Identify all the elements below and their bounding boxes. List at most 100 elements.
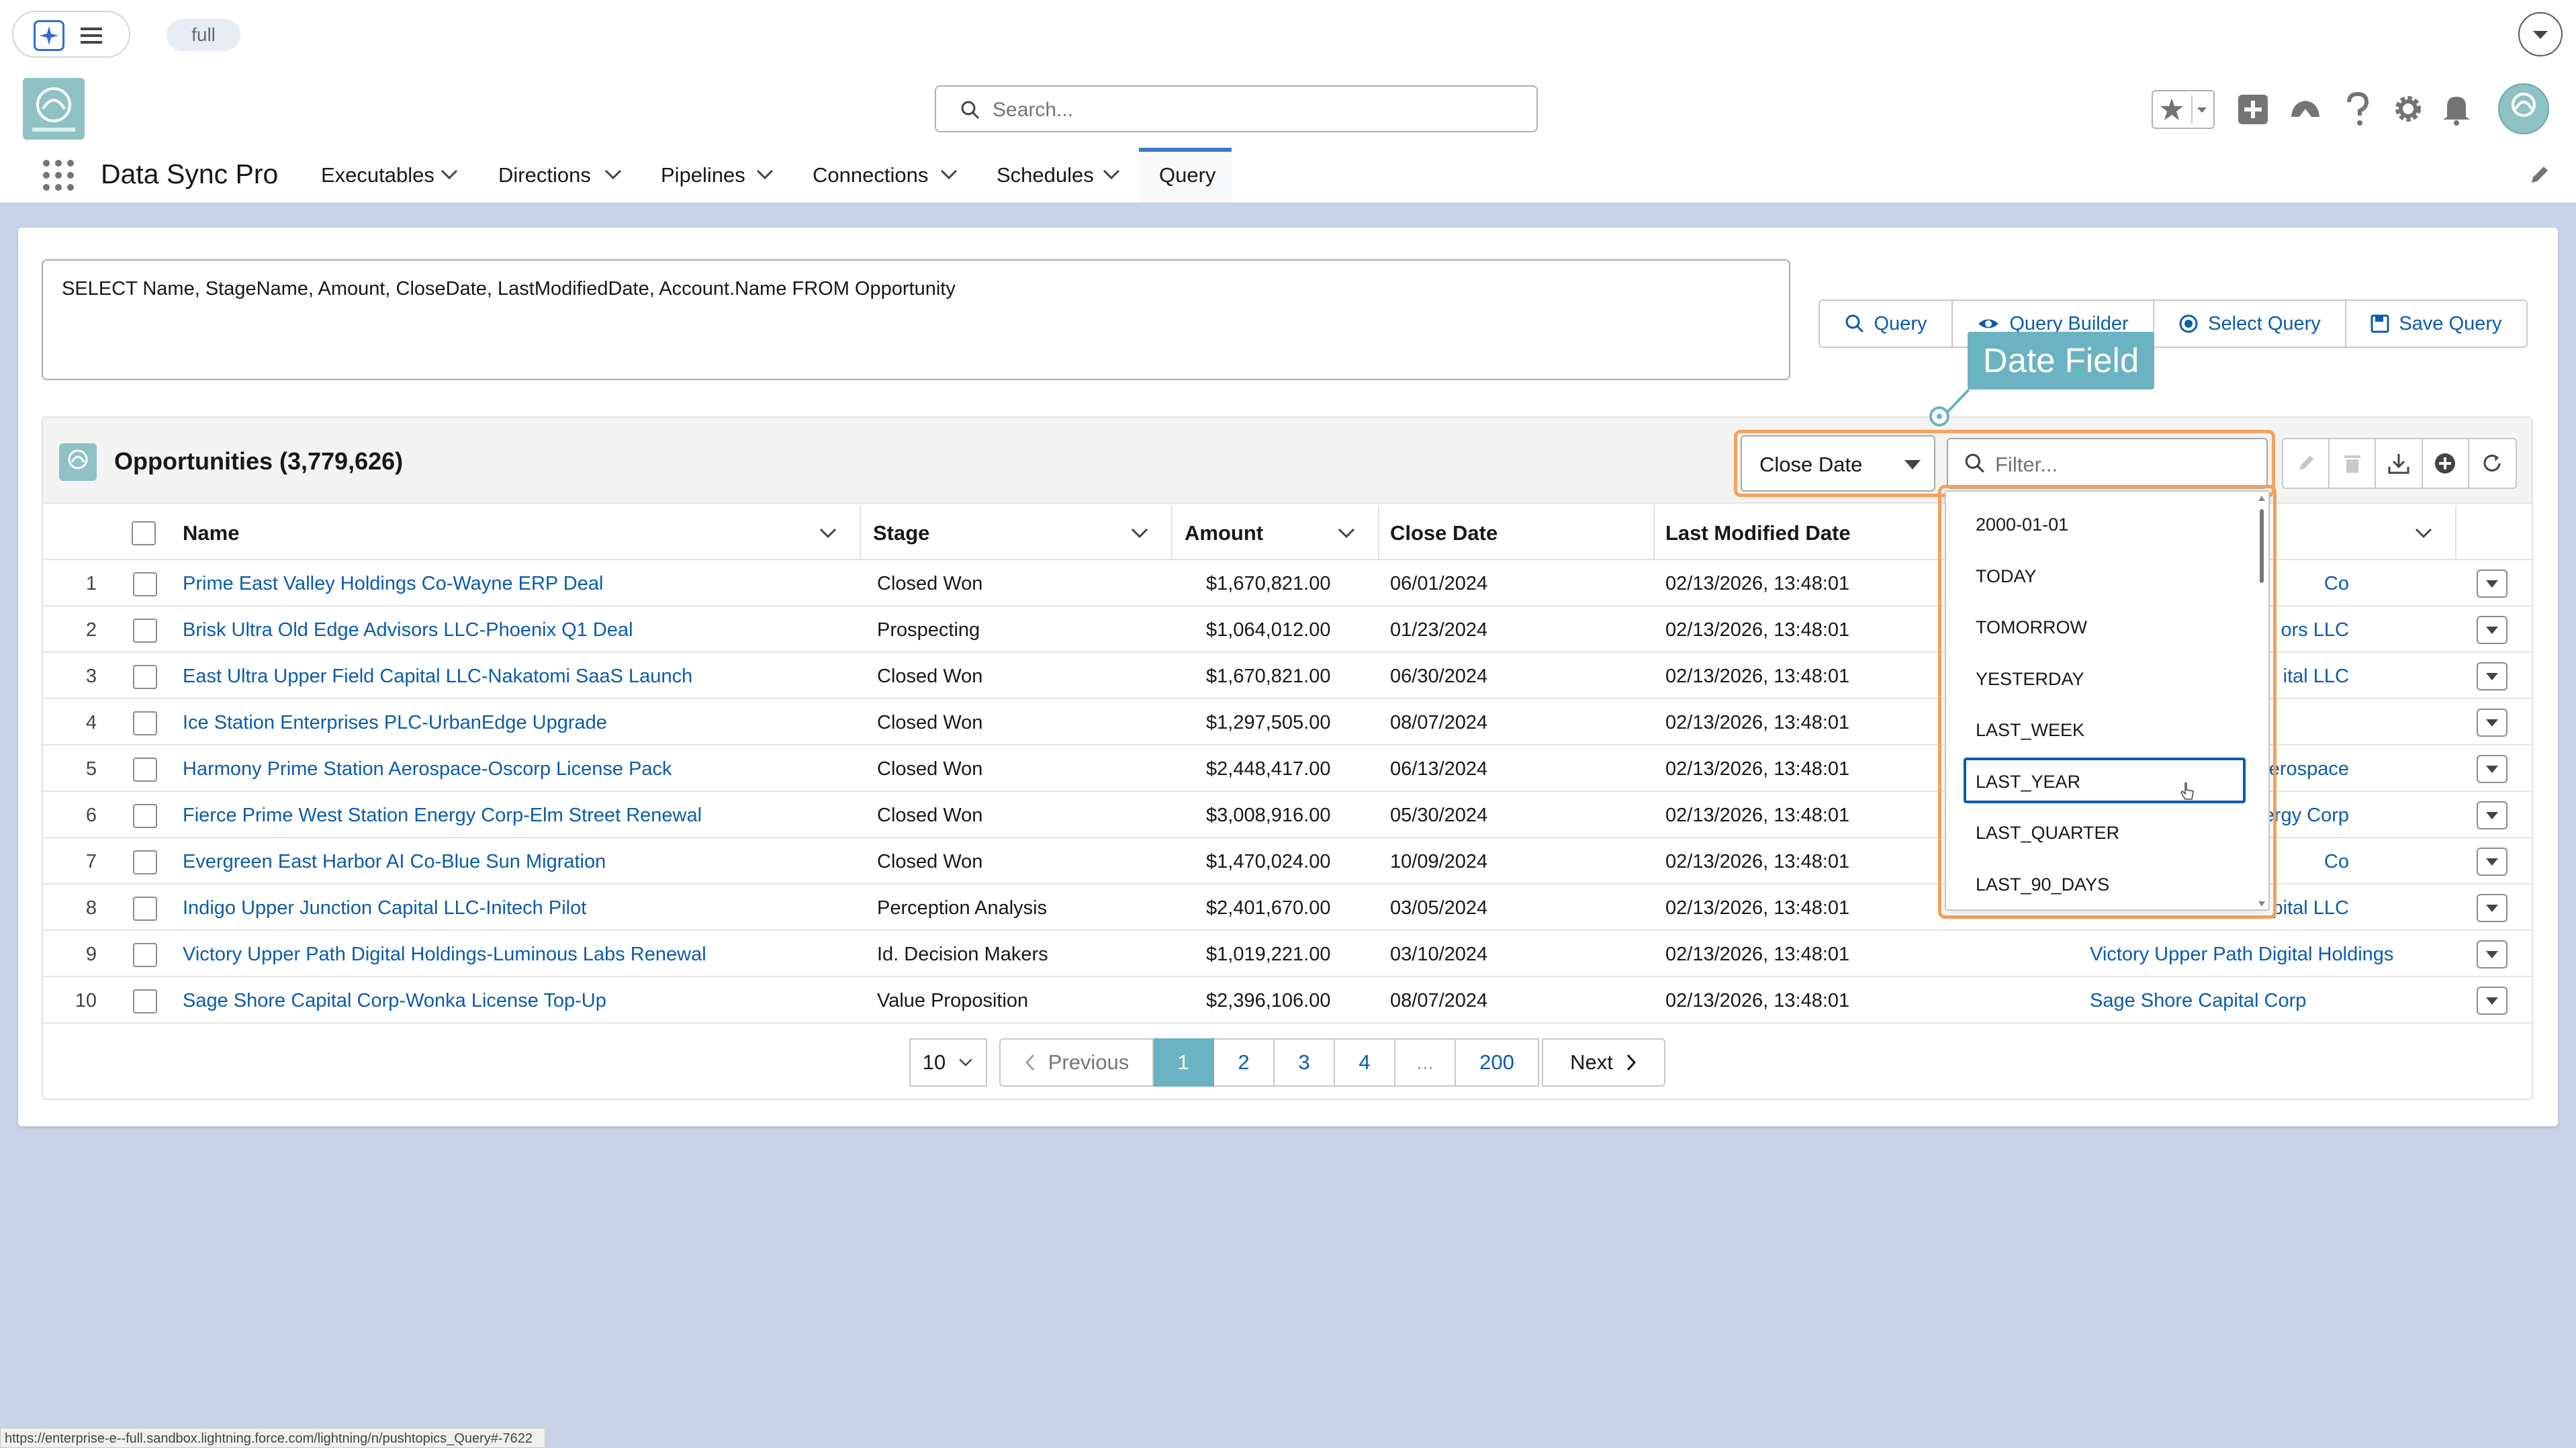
chevron-down-icon[interactable] xyxy=(1101,167,1121,183)
opportunity-name-link[interactable]: Sage Shore Capital Corp-Wonka License To… xyxy=(183,990,606,1012)
edit-nav-pencil-icon[interactable] xyxy=(2528,164,2550,187)
row-actions-button[interactable] xyxy=(2477,662,2508,690)
account-name-link[interactable]: Co xyxy=(2324,851,2349,873)
column-header-close-date[interactable]: Close Date xyxy=(1390,521,1498,545)
tab-executables[interactable]: Executables xyxy=(321,163,434,187)
account-name-link[interactable]: ors LLC xyxy=(2281,619,2349,641)
add-circle-icon[interactable] xyxy=(2423,439,2469,488)
account-name-link[interactable]: Co xyxy=(2324,573,2349,595)
date-literal-dropdown[interactable] xyxy=(1945,490,2270,911)
download-icon[interactable] xyxy=(2376,439,2423,488)
account-name-link[interactable]: Victory Upper Path Digital Holdings xyxy=(2090,944,2393,966)
opportunity-name-link[interactable]: Brisk Ultra Old Edge Advisors LLC-Phoeni… xyxy=(183,619,633,641)
tab-schedules[interactable]: Schedules xyxy=(997,163,1094,187)
app-launcher-waffle-icon[interactable] xyxy=(42,159,75,192)
row-checkbox[interactable] xyxy=(133,572,157,596)
dropdown-scrollbar[interactable] xyxy=(2256,493,2267,909)
column-header-amount[interactable]: Amount xyxy=(1185,521,1263,545)
row-checkbox[interactable] xyxy=(133,619,157,643)
select-query-button[interactable]: Select Query xyxy=(2154,301,2346,347)
chevron-down-icon[interactable] xyxy=(2413,525,2434,541)
date-option-item[interactable]: TOMORROW xyxy=(1976,617,2087,638)
opportunity-name-link[interactable]: Evergreen East Harbor AI Co-Blue Sun Mig… xyxy=(183,851,606,873)
date-option-item[interactable]: 2000-01-01 xyxy=(1976,514,2068,535)
row-actions-button[interactable] xyxy=(2477,570,2508,598)
edit-pencil-icon[interactable] xyxy=(2283,439,2330,488)
opportunity-name-link[interactable]: Fierce Prime West Station Energy Corp-El… xyxy=(183,805,702,827)
row-checkbox[interactable] xyxy=(133,665,157,689)
date-option-item[interactable]: LAST_YEAR xyxy=(1976,772,2080,793)
row-checkbox[interactable] xyxy=(133,711,157,735)
column-header-stage[interactable]: Stage xyxy=(873,521,929,545)
global-search-input[interactable]: Search... xyxy=(935,85,1538,132)
column-header-name[interactable]: Name xyxy=(183,521,239,545)
refresh-icon[interactable] xyxy=(2469,439,2516,488)
date-filter-input[interactable]: Filter... xyxy=(1947,438,2268,489)
account-name-link[interactable]: Sage Shore Capital Corp xyxy=(2090,990,2306,1012)
chevron-down-icon[interactable] xyxy=(439,167,459,183)
account-name-link[interactable]: ital LLC xyxy=(2283,666,2349,688)
hamburger-menu-icon[interactable] xyxy=(81,27,102,44)
row-actions-button[interactable] xyxy=(2477,801,2508,829)
account-name-link[interactable]: erospace xyxy=(2269,758,2349,780)
date-option-item[interactable]: YESTERDAY xyxy=(1976,669,2084,690)
user-avatar[interactable] xyxy=(2498,83,2549,134)
page-number-button[interactable]: 200 xyxy=(1456,1038,1539,1087)
help-icon[interactable] xyxy=(2344,91,2372,128)
account-name-link[interactable]: pital LLC xyxy=(2272,897,2349,919)
tab-directions[interactable]: Directions xyxy=(498,163,591,187)
previous-page-button[interactable]: Previous xyxy=(999,1038,1154,1087)
favorites-button[interactable] xyxy=(2152,90,2215,129)
date-option-item[interactable]: LAST_QUARTER xyxy=(1976,823,2119,844)
date-option-item[interactable]: LAST_90_DAYS xyxy=(1976,874,2109,895)
row-checkbox[interactable] xyxy=(133,897,157,921)
row-checkbox[interactable] xyxy=(133,758,157,782)
delete-trash-icon[interactable] xyxy=(2330,439,2377,488)
row-actions-button[interactable] xyxy=(2477,894,2508,922)
opportunity-name-link[interactable]: Harmony Prime Station Aerospace-Oscorp L… xyxy=(183,758,672,780)
chevron-down-icon[interactable] xyxy=(603,167,623,183)
chevron-down-icon[interactable] xyxy=(1336,525,1356,541)
row-actions-button[interactable] xyxy=(2477,616,2508,644)
page-number-button[interactable]: 4 xyxy=(1335,1038,1395,1087)
row-actions-button[interactable] xyxy=(2477,755,2508,783)
agent-icon[interactable] xyxy=(34,20,64,51)
next-page-button[interactable]: Next xyxy=(1542,1038,1665,1087)
opportunity-name-link[interactable]: Prime East Valley Holdings Co-Wayne ERP … xyxy=(183,573,603,595)
browser-menu-chevron-icon[interactable] xyxy=(2518,12,2563,56)
opportunity-name-link[interactable]: Victory Upper Path Digital Holdings-Lumi… xyxy=(183,944,706,966)
global-create-icon[interactable] xyxy=(2236,93,2270,126)
opportunity-name-link[interactable]: East Ultra Upper Field Capital LLC-Nakat… xyxy=(183,666,692,688)
page-number-button[interactable]: 3 xyxy=(1275,1038,1335,1087)
row-checkbox[interactable] xyxy=(133,850,157,874)
chevron-down-icon[interactable] xyxy=(755,167,775,183)
notifications-bell-icon[interactable] xyxy=(2440,91,2473,126)
tab-pipelines[interactable]: Pipelines xyxy=(661,163,745,187)
row-checkbox[interactable] xyxy=(133,989,157,1013)
save-query-button[interactable]: Save Query xyxy=(2346,301,2526,347)
tab-connections[interactable]: Connections xyxy=(813,163,928,187)
row-actions-button[interactable] xyxy=(2477,940,2508,968)
date-option-item[interactable]: LAST_WEEK xyxy=(1976,720,2084,741)
chevron-down-icon[interactable] xyxy=(818,525,838,541)
column-header-last-modified[interactable]: Last Modified Date xyxy=(1665,521,1851,545)
app-launcher-pill[interactable] xyxy=(12,11,130,58)
select-all-checkbox[interactable] xyxy=(132,521,156,545)
row-actions-button[interactable] xyxy=(2477,848,2508,876)
date-option-item[interactable]: TODAY xyxy=(1976,566,2037,587)
row-actions-button[interactable] xyxy=(2477,709,2508,737)
soql-query-textarea[interactable]: SELECT Name, StageName, Amount, CloseDat… xyxy=(42,259,1790,380)
opportunity-name-link[interactable]: Ice Station Enterprises PLC-UrbanEdge Up… xyxy=(183,712,607,734)
chevron-down-icon[interactable] xyxy=(1130,525,1150,541)
page-number-button[interactable]: 1 xyxy=(1154,1038,1214,1087)
date-field-select[interactable]: Close Date xyxy=(1741,435,1935,492)
opportunity-name-link[interactable]: Indigo Upper Junction Capital LLC-Initec… xyxy=(183,897,586,919)
setup-gear-icon[interactable] xyxy=(2391,91,2426,126)
query-button[interactable]: Query xyxy=(1820,301,1953,347)
row-checkbox[interactable] xyxy=(133,943,157,967)
row-actions-button[interactable] xyxy=(2477,987,2508,1015)
trailhead-icon[interactable] xyxy=(2287,93,2324,126)
chevron-down-icon[interactable] xyxy=(939,167,959,183)
page-number-button[interactable]: 2 xyxy=(1214,1038,1275,1087)
row-checkbox[interactable] xyxy=(133,804,157,828)
